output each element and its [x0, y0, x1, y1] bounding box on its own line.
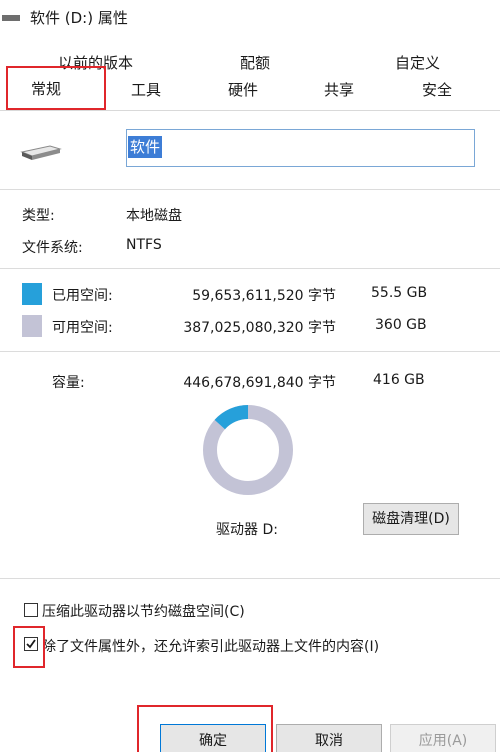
- highlight-box-index-checkbox: [13, 626, 45, 668]
- free-space-label: 可用空间:: [52, 320, 113, 336]
- tab-quota[interactable]: 配额: [240, 52, 270, 73]
- capacity-label: 容量:: [52, 375, 85, 391]
- drive-icon: [2, 15, 20, 21]
- tab-security[interactable]: 安全: [422, 79, 452, 100]
- used-space-swatch: [22, 283, 42, 305]
- highlight-box-ok-button: [137, 705, 273, 752]
- capacity-size: 416 GB: [373, 372, 425, 388]
- separator: [0, 578, 500, 579]
- tab-panel-border: [0, 110, 500, 111]
- tab-sharing[interactable]: 共享: [324, 79, 354, 100]
- drive-icon: [20, 145, 62, 160]
- usage-donut-chart: [203, 405, 293, 495]
- capacity-bytes: 446,678,691,840 字节: [183, 375, 336, 391]
- used-space-bytes: 59,653,611,520 字节: [192, 288, 336, 304]
- tab-customize[interactable]: 自定义: [395, 52, 440, 73]
- drive-name-text: 软件: [128, 136, 163, 158]
- cancel-button[interactable]: 取消: [276, 724, 382, 752]
- free-space-bytes: 387,025,080,320 字节: [183, 320, 336, 336]
- separator: [0, 189, 500, 190]
- type-label: 类型:: [22, 208, 55, 224]
- disk-cleanup-button[interactable]: 磁盘清理(D): [363, 503, 459, 535]
- used-space-size: 55.5 GB: [371, 285, 428, 301]
- tab-hardware[interactable]: 硬件: [228, 79, 258, 100]
- tab-tools[interactable]: 工具: [131, 79, 161, 100]
- used-space-label: 已用空间:: [52, 288, 113, 304]
- title-bar: 软件 (D:) 属性: [0, 0, 500, 36]
- free-space-swatch: [22, 315, 42, 337]
- separator: [0, 268, 500, 269]
- index-label: 除了文件属性外，还允许索引此驱动器上文件的内容(I): [42, 639, 380, 655]
- type-value: 本地磁盘: [126, 208, 182, 224]
- apply-button[interactable]: 应用(A): [390, 724, 496, 752]
- separator: [0, 351, 500, 352]
- drive-name-input[interactable]: [126, 129, 475, 167]
- free-space-size: 360 GB: [375, 317, 427, 333]
- donut-used-arc: [214, 405, 249, 430]
- compress-checkbox[interactable]: [24, 603, 38, 617]
- filesystem-value: NTFS: [126, 237, 162, 253]
- drive-letter-label: 驱动器 D:: [216, 522, 278, 538]
- compress-label: 压缩此驱动器以节约磁盘空间(C): [42, 604, 245, 620]
- filesystem-label: 文件系统:: [22, 240, 83, 256]
- highlight-box-general-tab: [6, 66, 106, 110]
- window-title: 软件 (D:) 属性: [30, 9, 128, 27]
